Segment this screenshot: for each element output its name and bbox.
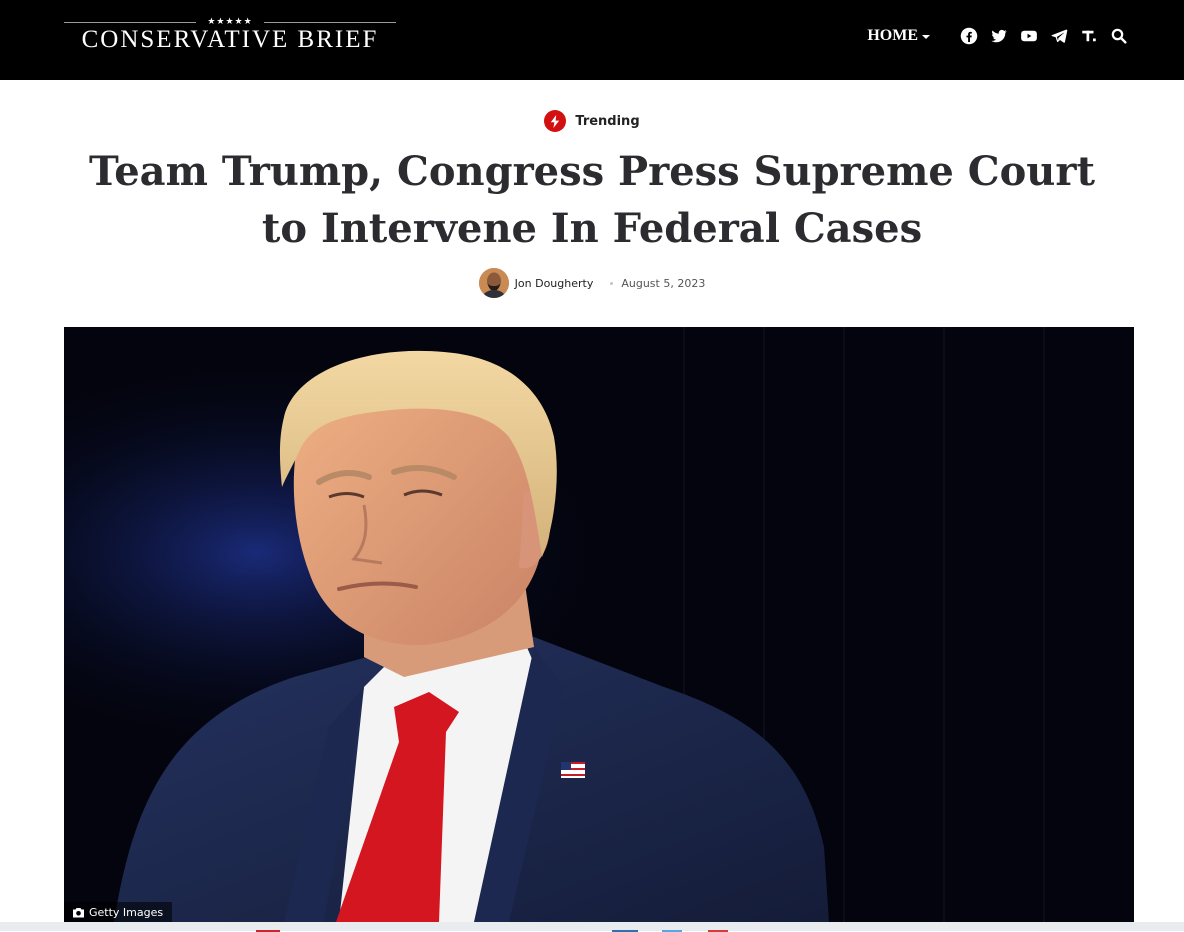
meta-separator [610,281,614,285]
facebook-icon[interactable] [960,27,978,45]
logo-rule-right [264,22,396,23]
telegram-icon[interactable] [1050,27,1068,45]
lightning-icon [544,110,567,132]
chevron-down-icon [922,35,930,39]
site-header: ★★★★★ CONSERVATIVE BRIEF HOME [0,0,1184,80]
nav-home-label: HOME [867,27,918,44]
image-credit-text: Getty Images [89,905,164,919]
category-row: Trending [0,108,1184,134]
nav-home-menu[interactable]: HOME [867,27,930,45]
author-name[interactable]: Jon Dougherty [515,277,594,290]
twitter-icon[interactable] [990,27,1008,45]
camera-icon [73,907,84,917]
byline: Jon Dougherty August 5, 2023 [0,267,1184,299]
logo-text: CONSERVATIVE BRIEF [81,26,379,53]
category-link[interactable]: Trending [575,114,639,129]
truth-social-icon[interactable] [1080,27,1098,45]
featured-image [64,327,1134,922]
site-logo[interactable]: ★★★★★ CONSERVATIVE BRIEF [64,16,396,56]
author-avatar[interactable] [478,268,509,298]
logo-rule-left [64,22,196,23]
image-credit: Getty Images [64,902,173,922]
featured-photo [64,327,1134,922]
publish-date: August 5, 2023 [621,276,706,290]
search-icon[interactable] [1110,27,1128,45]
main-nav: HOME [867,22,1128,50]
youtube-icon[interactable] [1020,27,1038,45]
bottom-bar [0,922,1184,932]
article-title: Team Trump, Congress Press Supreme Court… [89,148,1095,252]
